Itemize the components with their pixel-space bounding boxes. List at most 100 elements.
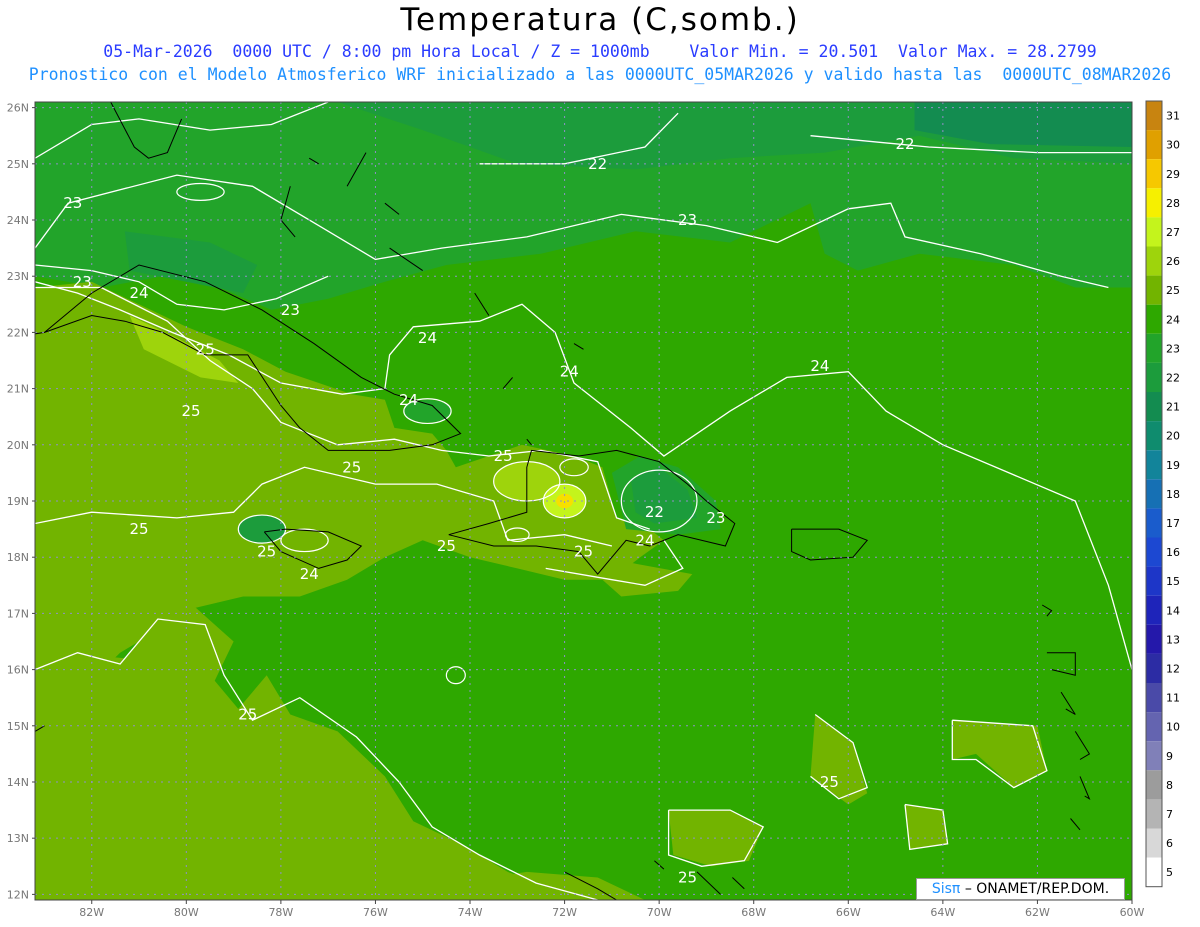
colorbar-label: 31 (1166, 110, 1180, 123)
contour-label: 23 (63, 194, 82, 212)
contour-label: 22 (645, 503, 664, 521)
colorbar-swatch (1146, 566, 1162, 596)
lat-tick-label: 17N (7, 607, 29, 620)
lon-tick-label: 80W (174, 906, 199, 919)
colorbar-label: 7 (1166, 808, 1173, 821)
contour-label: 23 (678, 211, 697, 229)
contour-label: 25 (437, 537, 456, 555)
contour-label: 24 (300, 565, 319, 583)
colorbar-label: 6 (1166, 837, 1173, 850)
colorbar: 31 30 29 28 27 26 25 24 23 22 21 20 19 18 17 16 15 14 13 12… (1145, 100, 1180, 888)
colorbar-swatch (1146, 217, 1162, 247)
lon-tick-label: 66W (836, 906, 861, 919)
contour-label: 25 (494, 447, 513, 465)
lon-tick-label: 60W (1120, 906, 1145, 919)
colorbar-swatch (1146, 450, 1162, 480)
contour-label: 24 (560, 363, 579, 381)
contour-label: 24 (635, 531, 654, 549)
contour-label: 23 (706, 509, 725, 527)
colorbar-label: 13 (1166, 633, 1180, 646)
colorbar-swatch (1146, 101, 1162, 131)
colorbar-label: 19 (1166, 459, 1180, 472)
colorbar-label: 12 (1166, 662, 1180, 675)
colorbar-label: 26 (1166, 255, 1180, 268)
colorbar-label: 14 (1166, 604, 1180, 617)
map-fields: 22 22 23 23 23 23 24 23 24 25 24 24 24 25 25 25 22 23 25 25… (35, 102, 1200, 900)
colorbar-label: 25 (1166, 284, 1180, 297)
colorbar-swatch (1146, 770, 1162, 800)
colorbar-label: 10 (1166, 721, 1180, 734)
lat-tick-label: 14N (7, 776, 29, 789)
colorbar-label: 22 (1166, 371, 1180, 384)
colorbar-swatch (1146, 421, 1162, 451)
colorbar-swatch (1146, 537, 1162, 567)
lat-tick-label: 23N (7, 270, 29, 283)
contour-label: 23 (281, 301, 300, 319)
colorbar-label: 21 (1166, 401, 1180, 414)
colorbar-swatch (1146, 683, 1162, 713)
contour-label: 24 (810, 357, 829, 375)
colorbar-swatch (1146, 362, 1162, 392)
colorbar-swatch (1146, 188, 1162, 218)
credit-box: Sisπ – ONAMET/REP.DOM. (916, 878, 1125, 900)
contour-label: 23 (1193, 256, 1200, 274)
lon-tick-label: 64W (930, 906, 955, 919)
contour-label: 25 (181, 402, 200, 420)
colorbar-swatch (1146, 130, 1162, 160)
colorbar-label: 5 (1166, 866, 1173, 879)
lat-tick-label: 15N (7, 720, 29, 733)
colorbar-label: 20 (1166, 430, 1180, 443)
lat-tick-label: 13N (7, 832, 29, 845)
contour-label: 23 (73, 273, 92, 291)
contour-label: 24 (129, 284, 148, 302)
colorbar-swatch (1146, 479, 1162, 509)
colorbar-label: 23 (1166, 342, 1180, 355)
colorbar-label: 30 (1166, 139, 1180, 152)
lat-tick-label: 21N (7, 383, 29, 396)
lon-tick-label: 72W (552, 906, 577, 919)
colorbar-label: 29 (1166, 168, 1180, 181)
contour-label: 25 (342, 458, 361, 476)
colorbar-swatch (1146, 333, 1162, 363)
colorbar-swatch (1146, 275, 1162, 305)
colorbar-label: 27 (1166, 226, 1180, 239)
colorbar-swatch (1146, 828, 1162, 858)
contour-label: 25 (196, 340, 215, 358)
colorbar-swatch (1146, 624, 1162, 654)
colorbar-swatch (1146, 159, 1162, 189)
contour-label: 25 (238, 706, 257, 724)
colorbar-label: 9 (1166, 750, 1173, 763)
lon-tick-label: 70W (647, 906, 672, 919)
credit-brand: Sisπ (931, 881, 961, 897)
credit-text: – ONAMET/REP.DOM. (964, 881, 1110, 897)
contour-label: 25 (129, 520, 148, 538)
contour-label: 25 (678, 869, 697, 887)
lat-tick-label: 19N (7, 495, 29, 508)
contour-label: 25 (820, 773, 839, 791)
lat-tick-label: 25N (7, 158, 29, 171)
lon-tick-label: 76W (363, 906, 388, 919)
colorbar-swatch (1146, 304, 1162, 334)
lat-tick-label: 20N (7, 439, 29, 452)
colorbar-label: 17 (1166, 517, 1180, 530)
contour-label: 25 (574, 543, 593, 561)
lon-tick-label: 82W (79, 906, 104, 919)
contour-label: 24 (418, 329, 437, 347)
colorbar-label: 11 (1166, 692, 1180, 705)
colorbar-swatch (1146, 857, 1162, 887)
lon-tick-label: 78W (268, 906, 293, 919)
lat-tick-label: 12N (7, 888, 29, 901)
colorbar-swatch (1146, 799, 1162, 829)
lat-tick-label: 22N (7, 326, 29, 339)
lat-tick-label: 16N (7, 664, 29, 677)
colorbar-label: 8 (1166, 779, 1173, 792)
lat-tick-label: 18N (7, 551, 29, 564)
contour-label: 25 (257, 543, 276, 561)
colorbar-swatch (1146, 712, 1162, 742)
colorbar-swatch (1146, 653, 1162, 683)
lat-tick-label: 24N (7, 214, 29, 227)
lon-tick-label: 74W (458, 906, 483, 919)
colorbar-swatch (1146, 595, 1162, 625)
colorbar-label: 18 (1166, 488, 1180, 501)
lon-tick-label: 68W (741, 906, 766, 919)
